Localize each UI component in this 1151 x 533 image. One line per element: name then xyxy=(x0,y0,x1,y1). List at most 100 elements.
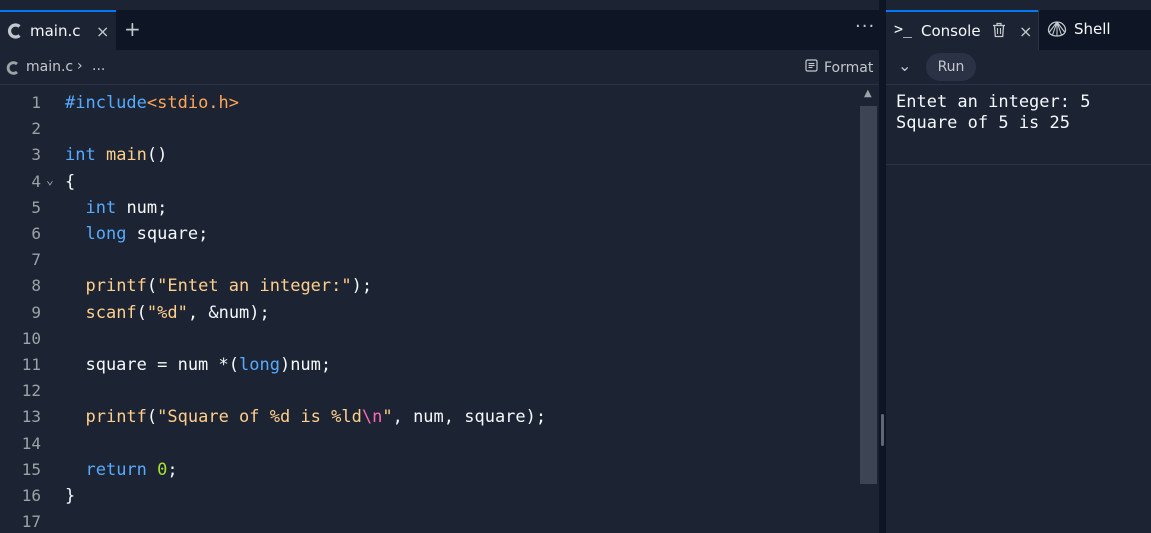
code-line[interactable]: 14 xyxy=(0,431,860,457)
console-tab-bar: >_ Console × Shell xyxy=(886,10,1151,50)
trash-icon[interactable] xyxy=(992,22,1006,42)
editor-tab-bar: main.c × + ··· xyxy=(0,10,879,50)
scrollbar-thumb[interactable] xyxy=(860,106,877,484)
code-token: ( xyxy=(136,302,147,323)
line-number: 7 xyxy=(31,250,41,270)
code-line[interactable]: 7 xyxy=(0,247,860,273)
close-tab-icon[interactable]: × xyxy=(1019,22,1032,41)
code-token: "%d" xyxy=(146,302,188,323)
terminal-prompt-icon: >_ xyxy=(894,20,913,38)
tab-main-c[interactable]: main.c × xyxy=(0,10,116,50)
code-line[interactable]: 12 xyxy=(0,378,860,404)
code-token: square; xyxy=(126,224,209,244)
code-text: scanf("%d", &num); xyxy=(65,300,269,326)
code-line[interactable]: 6 long square; xyxy=(0,221,860,247)
code-token: , num, square); xyxy=(392,407,547,428)
line-number: 9 xyxy=(31,302,41,322)
code-token: long xyxy=(239,355,280,375)
code-line[interactable]: 11 square = num *(long)num; xyxy=(0,352,860,378)
code-line[interactable]: 10 xyxy=(0,326,860,352)
tab-shell[interactable]: Shell xyxy=(1038,10,1151,50)
shell-icon xyxy=(1047,20,1067,42)
code-line[interactable]: 5 int num; xyxy=(0,195,860,221)
scroll-up-icon[interactable]: ▲ xyxy=(864,88,872,99)
c-language-icon xyxy=(6,22,24,40)
code-line[interactable]: 2 xyxy=(0,116,860,142)
code-text: #include<stdio.h> xyxy=(65,90,239,116)
line-number: 11 xyxy=(21,355,41,374)
code-token: 0 xyxy=(157,459,168,480)
code-text: square = num *(long)num; xyxy=(65,352,331,378)
code-line[interactable]: 8 printf("Entet an integer:"); xyxy=(0,273,860,299)
code-token: ( xyxy=(146,276,158,297)
code-line[interactable]: 1 #include<stdio.h> xyxy=(0,90,860,116)
c-language-icon xyxy=(4,59,22,77)
line-number: 8 xyxy=(31,276,41,296)
fold-chevron-icon[interactable]: ⌄ xyxy=(46,168,54,194)
code-line[interactable]: 16} xyxy=(0,483,860,509)
code-token: printf xyxy=(85,276,147,297)
line-number: 2 xyxy=(31,119,41,139)
code-token: main xyxy=(105,145,147,166)
code-token: ; xyxy=(167,459,178,480)
run-button[interactable]: Run xyxy=(926,53,976,81)
code-line[interactable]: 15 return 0; xyxy=(0,457,860,483)
code-text: return 0; xyxy=(65,457,178,483)
line-number: 4 xyxy=(31,171,41,191)
splitter-handle[interactable] xyxy=(881,414,884,446)
chevron-down-icon[interactable]: ⌄ xyxy=(898,56,911,75)
line-number: 12 xyxy=(21,381,41,401)
code-token: ); xyxy=(351,276,373,297)
add-tab-button[interactable]: + xyxy=(124,17,141,41)
code-text: printf("Square of %d is %ld\n", num, squ… xyxy=(65,404,546,430)
console-divider xyxy=(886,164,1151,165)
code-area[interactable]: 1 #include<stdio.h> 2 3 int main() 4 ⌄ {5 int n… xyxy=(0,86,860,533)
close-tab-icon[interactable]: × xyxy=(96,22,109,41)
shell-tab-label: Shell xyxy=(1074,20,1111,38)
code-text: int num; xyxy=(65,195,167,221)
code-token: scanf xyxy=(85,302,137,323)
code-line[interactable]: 3 int main() xyxy=(0,142,860,168)
tab-console[interactable]: >_ Console × xyxy=(886,10,1038,50)
code-token: int xyxy=(85,197,117,218)
line-number: 14 xyxy=(21,433,41,453)
pane-splitter[interactable] xyxy=(879,0,886,533)
line-number: 10 xyxy=(21,328,41,348)
code-token: square = num *( xyxy=(65,355,239,375)
code-line[interactable]: 13 printf("Square of %d is %ld\n", num, … xyxy=(0,404,860,430)
format-button[interactable]: Format xyxy=(805,59,873,76)
code-token: { xyxy=(65,171,76,192)
code-editor-pane: main.c × + ··· main.c › ... Format 1 #inc… xyxy=(0,0,879,533)
console-pane: >_ Console × Shell ⌄ Run Entet an intege… xyxy=(886,0,1151,533)
code-token: <stdio.h> xyxy=(146,93,240,113)
code-token: num; xyxy=(116,197,168,218)
code-token: "Entet an integer:" xyxy=(157,276,352,297)
line-number: 6 xyxy=(31,224,41,243)
editor-scrollbar[interactable]: ▲ xyxy=(860,86,879,533)
code-token: \n xyxy=(361,407,383,428)
code-line[interactable]: 4 ⌄ { xyxy=(0,169,860,195)
more-options-icon[interactable]: ··· xyxy=(855,16,875,37)
line-number: 3 xyxy=(31,145,41,165)
code-token: () xyxy=(146,145,168,166)
breadcrumb: main.c › ... Format xyxy=(0,50,879,85)
line-number: 13 xyxy=(21,407,41,427)
code-text: { xyxy=(65,169,75,195)
code-line[interactable]: 9 scanf("%d", &num); xyxy=(0,300,860,326)
code-line[interactable]: 17 xyxy=(0,509,860,533)
console-tab-label: Console xyxy=(921,22,981,40)
breadcrumb-file[interactable]: main.c xyxy=(26,59,73,75)
code-token: } xyxy=(65,486,76,506)
breadcrumb-symbols[interactable]: ... xyxy=(92,58,105,74)
code-token: return xyxy=(85,459,147,480)
code-token: ( xyxy=(146,407,158,428)
code-token: long xyxy=(85,224,127,244)
code-token: "Square of %d is %ld xyxy=(157,407,362,428)
code-text: int main() xyxy=(65,142,167,168)
